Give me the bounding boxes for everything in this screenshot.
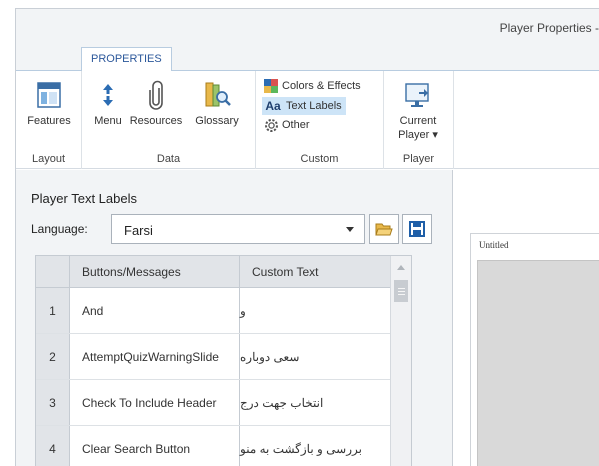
group-layout: Features Layout xyxy=(16,71,82,169)
table-row[interactable]: 3 Check To Include Header انتخاب جهت درج xyxy=(36,380,411,426)
group-label-custom: Custom xyxy=(300,153,339,165)
menu-icon xyxy=(93,79,123,111)
language-select[interactable]: Farsi xyxy=(111,214,365,244)
colors-effects-button[interactable]: Colors & Effects xyxy=(262,77,361,95)
preview-pane: Untitled xyxy=(456,170,599,466)
panel-title: Player Text Labels xyxy=(31,191,137,206)
preview-title: Untitled xyxy=(479,240,509,250)
custom-text-cell[interactable]: و xyxy=(240,288,391,333)
custom-text: و xyxy=(240,303,246,318)
menu-button[interactable]: Menu xyxy=(90,79,126,128)
message-cell: Check To Include Header xyxy=(70,380,240,425)
player-preview: Untitled xyxy=(470,233,599,466)
text-labels-table: Buttons/Messages Custom Text 1 And و 2 A… xyxy=(35,255,412,466)
table-scrollbar[interactable] xyxy=(390,256,411,466)
tab-properties[interactable]: PROPERTIES xyxy=(81,47,172,72)
window-title: Player Properties - xyxy=(499,21,599,35)
row-number: 4 xyxy=(36,426,70,466)
row-number-header xyxy=(36,256,70,287)
colors-icon xyxy=(262,78,280,94)
current-player-label-1: Current xyxy=(399,115,437,127)
glossary-button[interactable]: Glossary xyxy=(188,79,246,128)
custom-text: سعی دوباره xyxy=(240,349,300,364)
glossary-label: Glossary xyxy=(195,115,239,127)
column-header-buttons[interactable]: Buttons/Messages xyxy=(70,256,240,287)
message-cell: And xyxy=(70,288,240,333)
paperclip-icon xyxy=(141,79,171,111)
ribbon: Features Layout Menu Resources Glossary … xyxy=(16,71,599,169)
table-header: Buttons/Messages Custom Text xyxy=(36,256,411,288)
features-button[interactable]: Features xyxy=(21,79,77,128)
text-labels-icon: Aa xyxy=(265,99,281,113)
group-player: Current Player ▾ Player xyxy=(384,71,454,169)
colors-effects-label: Colors & Effects xyxy=(282,80,361,92)
text-labels-button[interactable]: Aa Text Labels xyxy=(262,97,346,115)
folder-icon xyxy=(375,223,393,236)
current-player-button[interactable]: Current Player ▾ xyxy=(390,79,446,142)
group-data: Menu Resources Glossary Data xyxy=(82,71,256,169)
ribbon-tab-strip: PROPERTIES xyxy=(16,47,599,72)
table-row[interactable]: 2 AttemptQuizWarningSlide سعی دوباره xyxy=(36,334,411,380)
group-label-data: Data xyxy=(156,153,181,165)
menu-label: Menu xyxy=(94,115,122,127)
custom-text: بررسی و بازگشت به منو xyxy=(240,441,362,456)
glossary-icon xyxy=(202,79,232,111)
message-cell: Clear Search Button xyxy=(70,426,240,466)
gear-icon xyxy=(262,117,280,133)
table-row[interactable]: 4 Clear Search Button بررسی و بازگشت به … xyxy=(36,426,411,466)
custom-text-cell[interactable]: سعی دوباره xyxy=(240,334,391,379)
preview-stage xyxy=(477,260,599,466)
title-bar: Player Properties - xyxy=(16,9,599,47)
language-label: Language: xyxy=(31,222,88,236)
table-row[interactable]: 1 And و xyxy=(36,288,411,334)
scroll-up-icon[interactable] xyxy=(397,265,405,270)
player-properties-window: Player Properties - PROPERTIES Features … xyxy=(15,8,599,466)
other-label: Other xyxy=(282,119,310,131)
chevron-down-icon xyxy=(346,227,354,232)
save-button[interactable] xyxy=(402,214,432,244)
features-label: Features xyxy=(27,115,71,127)
features-icon xyxy=(34,79,64,111)
group-label-player: Player xyxy=(402,153,435,165)
resources-button[interactable]: Resources xyxy=(126,79,186,128)
text-labels-label: Text Labels xyxy=(286,100,342,112)
group-label-layout: Layout xyxy=(31,153,66,165)
row-number: 2 xyxy=(36,334,70,379)
column-header-custom[interactable]: Custom Text xyxy=(240,256,391,287)
other-button[interactable]: Other xyxy=(262,116,310,134)
custom-text-cell[interactable]: انتخاب جهت درج xyxy=(240,380,391,425)
custom-text-cell[interactable]: بررسی و بازگشت به منو xyxy=(240,426,391,466)
save-icon xyxy=(409,221,425,237)
row-number: 1 xyxy=(36,288,70,333)
current-player-label-2: Player ▾ xyxy=(398,129,438,141)
scroll-thumb[interactable] xyxy=(394,280,408,302)
player-icon xyxy=(403,79,433,111)
group-custom: Colors & Effects Aa Text Labels Other Cu… xyxy=(256,71,384,169)
message-cell: AttemptQuizWarningSlide xyxy=(70,334,240,379)
custom-text: انتخاب جهت درج xyxy=(240,395,324,410)
language-value: Farsi xyxy=(124,223,153,238)
row-number: 3 xyxy=(36,380,70,425)
text-labels-panel: Player Text Labels Language: Farsi Butto… xyxy=(16,170,453,466)
open-folder-button[interactable] xyxy=(369,214,399,244)
resources-label: Resources xyxy=(129,115,183,127)
